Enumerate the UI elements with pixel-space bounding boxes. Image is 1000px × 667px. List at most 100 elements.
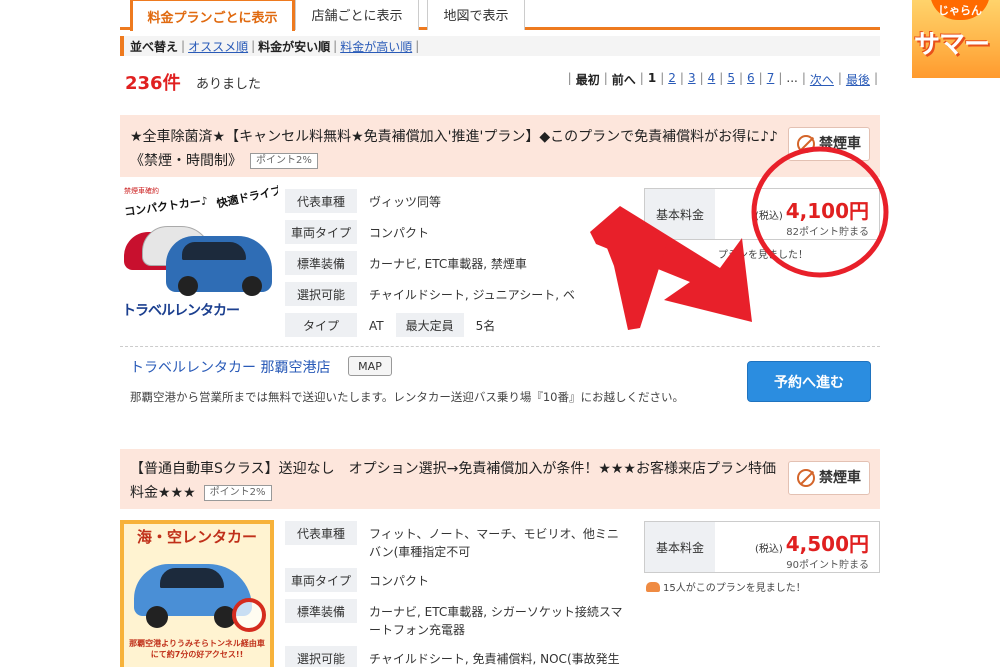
spec-row: 選択可能 チャイルドシート, ジュニアシート, ベ xyxy=(285,282,635,306)
spec-row: 車両タイプ コンパクト xyxy=(285,220,635,244)
spec-value: カーナビ, ETC車載器, シガーソケット接続スマートフォン充電器 xyxy=(369,605,623,637)
tab-stores[interactable]: 店舗ごとに表示 xyxy=(295,0,419,30)
view-tabs: 料金プランごとに表示 店舗ごとに表示 地図で表示 xyxy=(120,0,880,31)
points-earned: 90ポイント貯まる xyxy=(786,560,869,571)
pager-first: 最初 xyxy=(575,73,600,87)
point-badge: ポイント2% xyxy=(250,153,318,169)
spec-key: 最大定員 xyxy=(395,313,464,337)
sort-label: 並べ替え xyxy=(130,39,179,54)
price-box: 基本料金 (税込) 4,500円 90ポイント貯まる xyxy=(644,521,880,573)
spec-table: 代表車種 ヴィッツ同等 車両タイプ コンパクト 標準装備 カーナビ, ETC車載… xyxy=(285,189,635,344)
pager-page[interactable]: 4 xyxy=(706,71,718,88)
side-banner[interactable]: じゃらん サマー xyxy=(912,0,1000,78)
access-info: 那覇空港から営業所までは無料で送迎いたします。レンタカー送迎バス乗り場『10番』… xyxy=(130,390,684,404)
spec-row: 代表車種 ヴィッツ同等 xyxy=(285,189,635,213)
result-count: 236件 xyxy=(125,73,181,94)
pager-page[interactable]: 6 xyxy=(745,71,757,88)
sort-bar: 並べ替え | オススメ順 | 料金が安い順 | 料金が高い順 | xyxy=(120,36,880,56)
spec-row: 標準装備 カーナビ, ETC車載器, シガーソケット接続スマートフォン充電器 xyxy=(285,599,635,639)
spec-key: 代表車種 xyxy=(285,521,357,545)
spec-key: 選択可能 xyxy=(285,282,357,306)
price-box: 基本料金 (税込) 4,100円 82ポイント貯まる xyxy=(644,188,880,240)
pager-next[interactable]: 次へ xyxy=(808,71,836,88)
store-link[interactable]: トラベルレンタカー 那覇空港店 xyxy=(130,357,330,377)
spec-table: 代表車種 フィット、ノート、マーチ、モビリオ、他ミニバン(車種指定不可 車両タイ… xyxy=(285,521,635,667)
people-icon xyxy=(646,582,660,592)
car-image-title: 海・空レンタカー xyxy=(136,528,257,546)
no-smoking-icon xyxy=(232,598,266,632)
spec-key: 標準装備 xyxy=(285,251,357,275)
wheel-shape xyxy=(242,276,262,296)
no-smoking-icon xyxy=(797,469,815,487)
wheel-shape xyxy=(178,276,198,296)
car-window-shape xyxy=(160,568,224,588)
pagination: | 最初 | 前へ | 1 | 2 | 3 | 4 | 5 | 6 | 7 | … xyxy=(567,71,878,88)
spec-row: 選択可能 チャイルドシート, 免責補償料, NOC(事故発生時 xyxy=(285,646,635,667)
spec-key: 車両タイプ xyxy=(285,220,357,244)
pager-prev: 前へ xyxy=(611,73,636,87)
pager-page[interactable]: 7 xyxy=(765,71,777,88)
pager-current: 1 xyxy=(647,71,657,85)
viewed-count: 15人がこのプランを見ました！ xyxy=(646,579,806,594)
pager-ellipsis: ... xyxy=(786,71,798,85)
plan-header: 【普通自動車Sクラス】送迎なし オプション選択→免責補償加入が条件！★★★お客様… xyxy=(120,449,880,509)
car-image[interactable]: 海・空レンタカー 那覇空港よりうみそらトンネル経由車にて約7分の好アクセス!! xyxy=(120,520,274,667)
price-amount: 4,500円 xyxy=(785,532,869,556)
banner-line1: じゃらん xyxy=(930,0,990,20)
spec-key: 車両タイプ xyxy=(285,568,357,592)
separator: | xyxy=(181,39,186,53)
spec-value: フィット、ノート、マーチ、モビリオ、他ミニバン(車種指定不可 xyxy=(369,527,619,559)
point-badge: ポイント2% xyxy=(203,485,272,501)
price-label: 基本料金 xyxy=(645,522,715,572)
spec-row: 標準装備 カーナビ, ETC車載器, 禁煙車 xyxy=(285,251,635,275)
spec-key: 選択可能 xyxy=(285,646,357,667)
spec-value: チャイルドシート, ジュニアシート, ベ xyxy=(369,288,575,302)
points-earned: 82ポイント貯まる xyxy=(786,227,869,238)
car-image-headline-2: 快適ドライブ♪ xyxy=(215,184,278,211)
separator: | xyxy=(251,39,256,53)
wheel-shape xyxy=(146,606,168,628)
spec-value: チャイルドシート, 免責補償料, NOC(事故発生時 xyxy=(369,652,620,666)
spec-key: 代表車種 xyxy=(285,189,357,213)
pager-page[interactable]: 3 xyxy=(686,71,698,88)
non-smoking-label: 禁煙車 xyxy=(819,470,861,486)
spec-value: 5名 xyxy=(475,319,496,333)
plan-title[interactable]: ★全車除菌済★【キャンセル料無料★免責補償加入'推進'プラン】◆このプランで免責… xyxy=(130,129,778,169)
no-smoking-icon xyxy=(797,135,815,153)
tax-label: (税込) xyxy=(755,544,783,555)
non-smoking-badge: 禁煙車 xyxy=(788,461,870,495)
spec-key: 標準装備 xyxy=(285,599,357,623)
car-image-tag: 禁煙車確約 xyxy=(124,187,159,195)
spec-value: コンパクト xyxy=(369,574,430,588)
separator: | xyxy=(333,39,338,53)
separator: | xyxy=(415,39,420,53)
car-image-headline: コンパクトカー♪ xyxy=(123,194,209,219)
plan-header: ★全車除菌済★【キャンセル料無料★免責補償加入'推進'プラン】◆このプランで免責… xyxy=(120,115,880,177)
pager-page[interactable]: 2 xyxy=(666,71,678,88)
pager-page[interactable]: 5 xyxy=(725,71,737,88)
spec-value: AT xyxy=(369,319,384,333)
rental-logo: トラベルレンタカー xyxy=(122,303,240,319)
non-smoking-label: 禁煙車 xyxy=(819,136,861,152)
spec-key: タイプ xyxy=(285,313,357,337)
spec-value: カーナビ, ETC車載器, 禁煙車 xyxy=(369,257,527,271)
reserve-button[interactable]: 予約へ進む xyxy=(747,361,871,402)
spec-value: コンパクト xyxy=(369,226,430,240)
banner-line2: サマー xyxy=(914,30,990,60)
spec-row: タイプ AT 最大定員 5名 xyxy=(285,313,635,337)
sort-expensive-link[interactable]: 料金が高い順 xyxy=(340,38,412,55)
tab-map[interactable]: 地図で表示 xyxy=(427,0,525,30)
price-amount: 4,100円 xyxy=(785,199,869,223)
viewed-text: 15人がこのプランを見ました！ xyxy=(663,583,806,594)
price-label: 基本料金 xyxy=(645,189,715,239)
car-window-shape xyxy=(182,242,246,260)
pager-last[interactable]: 最後 xyxy=(844,71,872,88)
map-button[interactable]: MAP xyxy=(348,356,392,376)
tax-label: (税込) xyxy=(755,211,783,222)
tab-plans[interactable]: 料金プランごとに表示 xyxy=(130,0,295,31)
car-image-caption: 那覇空港よりうみそらトンネル経由車にて約7分の好アクセス!! xyxy=(129,639,265,659)
car-image[interactable]: 禁煙車確約 コンパクトカー♪ 快適ドライブ♪ トラベルレンタカー xyxy=(120,184,278,322)
spec-row: 代表車種 フィット、ノート、マーチ、モビリオ、他ミニバン(車種指定不可 xyxy=(285,521,635,561)
divider xyxy=(120,346,880,347)
sort-recommended-link[interactable]: オススメ順 xyxy=(188,38,248,55)
